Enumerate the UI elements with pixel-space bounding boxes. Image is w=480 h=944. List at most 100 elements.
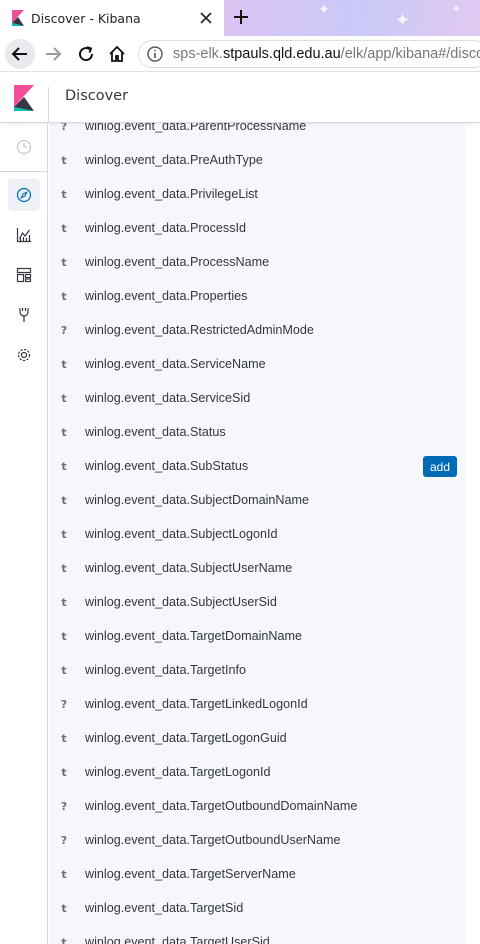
- string-type-icon: t: [61, 561, 67, 575]
- nav-item-discover[interactable]: [8, 179, 40, 211]
- forward-button[interactable]: [38, 39, 68, 69]
- field-name[interactable]: winlog.event_data.Status: [85, 425, 226, 439]
- field-list-item[interactable]: ? winlog.event_data.TargetOutboundUserNam…: [49, 823, 465, 857]
- unknown-type-icon: ?: [60, 123, 68, 133]
- arrow-left-icon: [11, 47, 27, 61]
- sparkle-decoration: ✦: [395, 10, 411, 31]
- field-list-item[interactable]: t winlog.event_data.SubjectDomainName: [49, 483, 465, 517]
- string-type-icon: t: [61, 187, 67, 201]
- gear-icon: [17, 348, 31, 362]
- field-name[interactable]: winlog.event_data.TargetServerName: [85, 867, 296, 881]
- string-type-icon: t: [61, 493, 67, 507]
- plus-icon: [234, 10, 248, 24]
- string-type-icon: t: [61, 221, 67, 235]
- field-list-inner: ? winlog.event_data.ParentProcessName t win…: [49, 123, 465, 944]
- field-list-item[interactable]: t winlog.event_data.PrivilegeList: [49, 177, 465, 211]
- field-list-item[interactable]: t winlog.event_data.ProcessId: [49, 211, 465, 245]
- field-list-item[interactable]: t winlog.event_data.Status: [49, 415, 465, 449]
- kibana-side-nav: [0, 123, 48, 944]
- back-button[interactable]: [5, 39, 35, 69]
- field-name[interactable]: winlog.event_data.TargetOutboundUserName: [85, 833, 341, 847]
- field-list-item[interactable]: ? winlog.event_data.RestrictedAdminMode: [49, 313, 465, 347]
- field-name[interactable]: winlog.event_data.SubjectUserSid: [85, 595, 277, 609]
- clock-icon: [16, 139, 32, 155]
- field-list-item[interactable]: t winlog.event_data.ProcessName: [49, 245, 465, 279]
- field-list-item[interactable]: t winlog.event_data.SubjectLogonId: [49, 517, 465, 551]
- dev-tools-icon: [19, 308, 29, 322]
- string-type-icon: t: [61, 765, 67, 779]
- field-list-item[interactable]: ? winlog.event_data.ParentProcessName: [49, 123, 465, 143]
- nav-item-dashboard[interactable]: [8, 259, 40, 291]
- field-name[interactable]: winlog.event_data.ParentProcessName: [85, 123, 306, 133]
- close-tab-icon[interactable]: [194, 6, 218, 30]
- field-name[interactable]: winlog.event_data.SubjectUserName: [85, 561, 292, 575]
- nav-item-visualize[interactable]: [8, 219, 40, 251]
- field-name[interactable]: winlog.event_data.SubjectLogonId: [85, 527, 278, 541]
- field-list-item[interactable]: t winlog.event_data.TargetSid: [49, 891, 465, 925]
- field-name[interactable]: winlog.event_data.TargetSid: [85, 901, 243, 915]
- unknown-type-icon: ?: [60, 697, 68, 711]
- field-list-item[interactable]: t winlog.event_data.ServiceName: [49, 347, 465, 381]
- address-bar[interactable]: sps-elk.stpauls.qld.edu.au/elk/app/kiban…: [138, 40, 480, 68]
- field-name[interactable]: winlog.event_data.ServiceSid: [85, 391, 250, 405]
- url-text: sps-elk.stpauls.qld.edu.au/elk/app/kiban…: [173, 46, 480, 62]
- string-type-icon: t: [61, 663, 67, 677]
- field-name[interactable]: winlog.event_data.TargetInfo: [85, 663, 246, 677]
- field-list-item[interactable]: t winlog.event_data.Properties: [49, 279, 465, 313]
- field-name[interactable]: winlog.event_data.RestrictedAdminMode: [85, 323, 314, 337]
- tab-title: Discover - Kibana: [31, 10, 141, 26]
- browser-tab[interactable]: Discover - Kibana: [0, 0, 224, 36]
- field-name[interactable]: winlog.event_data.TargetLinkedLogonId: [85, 697, 308, 711]
- field-list-item[interactable]: t winlog.event_data.ServiceSid: [49, 381, 465, 415]
- field-list-item[interactable]: ? winlog.event_data.TargetLinkedLogonId: [49, 687, 465, 721]
- reload-icon: [79, 46, 94, 62]
- field-name[interactable]: winlog.event_data.TargetLogonGuid: [85, 731, 287, 745]
- field-list-item[interactable]: t winlog.event_data.PreAuthType: [49, 143, 465, 177]
- url-domain: stpauls.qld.edu.au: [222, 46, 341, 62]
- string-type-icon: t: [61, 289, 67, 303]
- field-list-item[interactable]: t winlog.event_data.TargetInfo: [49, 653, 465, 687]
- arrow-right-icon: [46, 47, 62, 61]
- nav-item-dev-tools[interactable]: [8, 299, 40, 331]
- kibana-header: Discover: [0, 73, 480, 123]
- recently-viewed-button[interactable]: [8, 131, 40, 163]
- field-name[interactable]: winlog.event_data.SubjectDomainName: [85, 493, 309, 507]
- field-name[interactable]: winlog.event_data.ProcessName: [85, 255, 269, 269]
- field-name[interactable]: winlog.event_data.ProcessId: [85, 221, 246, 235]
- field-list-item[interactable]: t winlog.event_data.TargetLogonGuid: [49, 721, 465, 755]
- kibana-logo-icon[interactable]: [14, 85, 34, 111]
- string-type-icon: t: [61, 935, 67, 944]
- field-name[interactable]: winlog.event_data.PreAuthType: [85, 153, 263, 167]
- field-name[interactable]: winlog.event_data.Properties: [85, 289, 247, 303]
- nav-separator: [0, 171, 48, 172]
- field-name[interactable]: winlog.event_data.TargetUserSid: [85, 935, 270, 944]
- home-button[interactable]: [102, 39, 132, 69]
- field-list-item[interactable]: t winlog.event_data.SubjectUserName: [49, 551, 465, 585]
- field-list-item[interactable]: t winlog.event_data.TargetDomainName: [49, 619, 465, 653]
- string-type-icon: t: [61, 629, 67, 643]
- field-name[interactable]: winlog.event_data.TargetOutboundDomainNa…: [85, 799, 357, 813]
- nav-item-management[interactable]: [8, 339, 40, 371]
- field-list-item[interactable]: t winlog.event_data.SubjectUserSid: [49, 585, 465, 619]
- field-list: ? winlog.event_data.ParentProcessName t win…: [49, 123, 465, 944]
- string-type-icon: t: [61, 255, 67, 269]
- field-list-item[interactable]: t winlog.event_data.SubStatus add: [49, 449, 465, 483]
- browser-nav-bar: sps-elk.stpauls.qld.edu.au/elk/app/kiban…: [0, 36, 480, 72]
- reload-button[interactable]: [71, 39, 101, 69]
- add-field-button[interactable]: add: [422, 456, 457, 477]
- new-tab-button[interactable]: [228, 4, 254, 30]
- field-name[interactable]: winlog.event_data.TargetDomainName: [85, 629, 302, 643]
- field-list-item[interactable]: t winlog.event_data.TargetUserSid: [49, 925, 465, 944]
- field-name[interactable]: winlog.event_data.ServiceName: [85, 357, 266, 371]
- field-name[interactable]: winlog.event_data.TargetLogonId: [85, 765, 271, 779]
- string-type-icon: t: [61, 595, 67, 609]
- field-list-item[interactable]: t winlog.event_data.TargetServerName: [49, 857, 465, 891]
- info-icon[interactable]: [145, 44, 165, 64]
- string-type-icon: t: [61, 867, 67, 881]
- browser-tab-strip: ✦ ✦ ✦ Discover - Kibana: [0, 0, 480, 36]
- field-name[interactable]: winlog.event_data.PrivilegeList: [85, 187, 258, 201]
- field-list-item[interactable]: t winlog.event_data.TargetLogonId: [49, 755, 465, 789]
- string-type-icon: t: [61, 901, 67, 915]
- field-list-item[interactable]: ? winlog.event_data.TargetOutboundDomainN…: [49, 789, 465, 823]
- field-name[interactable]: winlog.event_data.SubStatus: [85, 459, 248, 473]
